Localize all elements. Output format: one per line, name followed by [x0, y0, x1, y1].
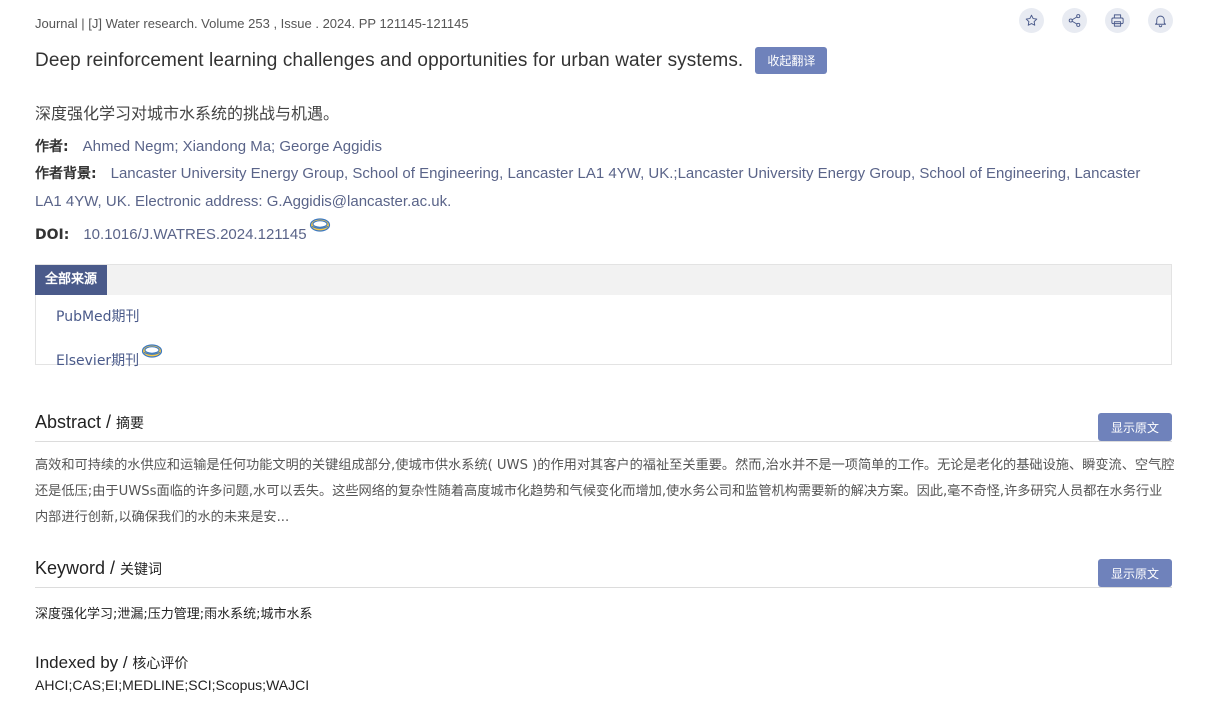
indexed-heading-cn: 核心评价	[132, 656, 189, 672]
title-row: Deep reinforcement learning challenges a…	[35, 47, 828, 74]
translated-title: 深度强化学习对城市水系统的挑战与机遇。	[35, 104, 340, 123]
affiliation-value: Lancaster University Energy Group, Schoo…	[35, 165, 1141, 210]
page-title: Deep reinforcement learning challenges a…	[35, 49, 744, 71]
source-link-pubmed[interactable]: PubMed期刊	[56, 306, 140, 326]
sources-tab-bar: 全部来源	[35, 265, 1171, 295]
abstract-show-original-button[interactable]: 显示原文	[1098, 413, 1172, 441]
external-source-icon	[142, 344, 163, 358]
authors-row: 作者: Ahmed Negm; Xiandong Ma; George Aggid…	[35, 133, 382, 161]
divider	[35, 587, 1172, 588]
share-icon	[1068, 14, 1081, 27]
doi-row: DOI: 10.1016/J.WATRES.2024.121145	[35, 217, 331, 249]
star-icon	[1025, 14, 1038, 26]
source-label: Elsevier期刊	[56, 353, 140, 369]
keyword-heading-cn: 关键词	[120, 562, 163, 578]
keyword-list: 深度强化学习;泄漏;压力管理;雨水系统;城市水系	[35, 607, 313, 622]
divider	[35, 441, 1172, 442]
print-button[interactable]	[1105, 8, 1130, 33]
abstract-heading: Abstract / 摘要	[35, 412, 144, 433]
print-icon	[1111, 14, 1124, 27]
indexed-heading: Indexed by / 核心评价	[35, 653, 188, 673]
abstract-heading-cn: 摘要	[116, 416, 145, 432]
affiliation-label: 作者背景:	[35, 166, 97, 182]
tab-all-sources[interactable]: 全部来源	[35, 265, 108, 295]
external-source-icon[interactable]	[309, 217, 331, 233]
doi-link[interactable]: 10.1016/J.WATRES.2024.121145	[83, 226, 306, 243]
indexed-list: AHCI;CAS;EI;MEDLINE;SCI;Scopus;WAJCI	[35, 677, 310, 693]
authors-label: 作者:	[35, 139, 69, 155]
journal-citation: Journal | [J] Water research. Volume 253…	[35, 16, 469, 31]
share-button[interactable]	[1062, 8, 1087, 33]
authors-value[interactable]: Ahmed Negm; Xiandong Ma; George Aggidis	[83, 138, 382, 155]
indexed-heading-en: Indexed by /	[35, 653, 133, 672]
favorite-button[interactable]	[1019, 8, 1044, 33]
keyword-heading-en: Keyword /	[35, 558, 121, 578]
abstract-heading-en: Abstract /	[35, 412, 117, 432]
action-toolbar	[1019, 8, 1173, 33]
doi-label: DOI:	[35, 227, 70, 243]
source-label: PubMed期刊	[56, 309, 140, 325]
bell-icon	[1155, 15, 1166, 28]
affiliation-row: 作者背景: Lancaster University Energy Group, …	[35, 160, 1165, 215]
subscribe-button[interactable]	[1148, 8, 1173, 33]
collapse-translation-button[interactable]: 收起翻译	[755, 47, 828, 74]
source-link-elsevier[interactable]: Elsevier期刊	[56, 343, 163, 370]
keyword-show-original-button[interactable]: 显示原文	[1098, 559, 1172, 587]
keyword-heading: Keyword / 关键词	[35, 558, 162, 579]
sources-panel: 全部来源 PubMed期刊 Elsevier期刊	[35, 264, 1172, 369]
abstract-text: 高效和可持续的水供应和运输是任何功能文明的关键组成部分,使城市供水系统( UWS…	[35, 458, 1175, 525]
